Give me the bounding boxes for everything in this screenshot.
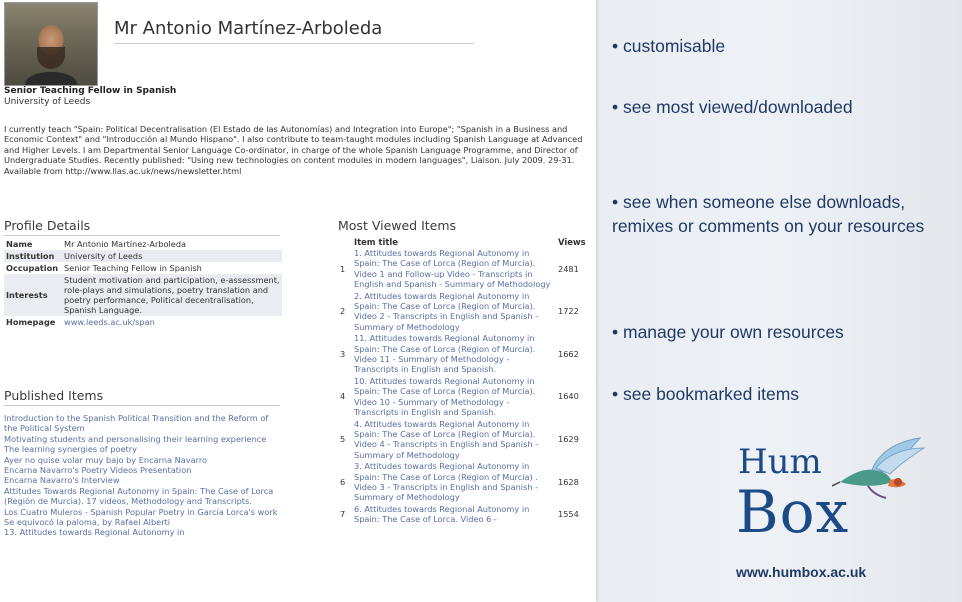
humbox-logo: Hum Box	[718, 434, 938, 554]
table-row: 1 1. Attitudes towards Regional Autonomy …	[338, 248, 590, 291]
row-views: 1662	[558, 348, 579, 359]
list-item[interactable]: The learning synergies of poetry	[4, 444, 282, 454]
row-views: 2481	[558, 263, 579, 274]
list-item[interactable]: 13. Attitudes towards Regional Autonomy …	[4, 527, 282, 537]
table-row: Homepage www.leeds.ac.uk/span	[4, 316, 282, 328]
list-item[interactable]: Los Cuatro Muleros - Spanish Popular Poe…	[4, 507, 282, 517]
row-views: 1554	[558, 508, 579, 519]
row-key: Institution	[4, 250, 62, 262]
row-value: University of Leeds	[62, 250, 282, 262]
row-key: Homepage	[6, 317, 56, 327]
row-value: Student motivation and participation, e-…	[62, 274, 282, 316]
row-views: 1640	[558, 391, 579, 402]
published-items-list: Introduction to the Spanish Political Tr…	[4, 413, 282, 538]
col-header-title: Item title	[354, 237, 398, 247]
page-title: Mr Antonio Martínez-Arboleda	[114, 18, 474, 44]
item-link[interactable]: 10. Attitudes towards Regional Autonomy …	[352, 376, 556, 419]
row-rank: 1	[340, 263, 346, 274]
item-link[interactable]: 1. Attitudes towards Regional Autonomy i…	[352, 248, 556, 291]
table-row: 2 2. Attitudes towards Regional Autonomy …	[338, 291, 590, 334]
most-viewed-heading: Most Viewed Items	[338, 218, 457, 233]
item-link[interactable]: 4. Attitudes towards Regional Autonomy i…	[352, 419, 556, 462]
homepage-link[interactable]: www.leeds.ac.uk/span	[62, 316, 282, 328]
row-views: 1722	[558, 306, 579, 317]
list-item[interactable]: Attitudes Towards Regional Autonomy in S…	[4, 486, 282, 507]
humbox-url[interactable]: www.humbox.ac.uk	[736, 564, 866, 580]
row-value: Mr Antonio Martínez-Arboleda	[64, 239, 187, 249]
table-row: Institution University of Leeds	[4, 250, 282, 262]
bullet-item: • see most viewed/downloaded	[612, 97, 853, 117]
bullet-item: • manage your own resources	[612, 322, 844, 342]
logo-word-hum: Hum	[738, 442, 822, 482]
item-link[interactable]: 3. Attitudes towards Regional Autonomy i…	[352, 461, 556, 504]
row-views: 1629	[558, 434, 579, 445]
list-item[interactable]: Motivating students and personalising th…	[4, 434, 282, 444]
row-rank: 5	[340, 434, 346, 445]
row-views: 1628	[558, 476, 579, 487]
item-link[interactable]: 11. Attitudes towards Regional Autonomy …	[352, 333, 556, 376]
row-rank: 3	[340, 348, 346, 359]
avatar	[4, 2, 98, 86]
list-item[interactable]: Encarna Navarro's Poetry Videos Presenta…	[4, 465, 282, 475]
bullet-item: • see bookmarked items	[612, 384, 800, 404]
table-header-row: Item title Views	[338, 236, 590, 248]
col-header-views: Views	[558, 237, 586, 247]
table-row: 5 4. Attitudes towards Regional Autonomy …	[338, 419, 590, 462]
row-key: Name	[6, 239, 33, 249]
row-rank: 2	[340, 306, 346, 317]
published-items-heading: Published Items	[4, 388, 280, 406]
profile-details-heading: Profile Details	[4, 218, 280, 236]
table-row: Interests Student motivation and particip…	[4, 274, 282, 316]
list-item[interactable]: Ayer no quise volar muy bajo by Encarna …	[4, 455, 282, 465]
profile-institution: University of Leeds	[4, 97, 91, 107]
table-row: Name Mr Antonio Martínez-Arboleda	[4, 238, 282, 250]
list-item[interactable]: Encarna Navarro's Interview	[4, 475, 282, 485]
item-link[interactable]: 6. Attitudes towards Regional Autonomy i…	[352, 504, 556, 526]
row-rank: 7	[340, 508, 346, 519]
table-row: 3 11. Attitudes towards Regional Autonomy…	[338, 333, 590, 376]
table-row: 7 6. Attitudes towards Regional Autonomy …	[338, 504, 590, 526]
item-link[interactable]: 2. Attitudes towards Regional Autonomy i…	[352, 291, 556, 334]
hummingbird-icon	[832, 437, 926, 499]
profile-title: Senior Teaching Fellow in Spanish	[4, 86, 177, 96]
row-rank: 6	[340, 476, 346, 487]
profile-page-screenshot: Mr Antonio Martínez-Arboleda Senior Teac…	[0, 0, 596, 602]
row-rank: 4	[340, 391, 346, 402]
bullet-item: • see when someone else downloads, remix…	[612, 192, 925, 236]
row-value: Senior Teaching Fellow in Spanish	[64, 263, 202, 273]
profile-bio: I currently teach "Spain: Political Dece…	[4, 124, 583, 176]
profile-details-table: Name Mr Antonio Martínez-Arboleda Institu…	[4, 238, 282, 328]
table-row: Occupation Senior Teaching Fellow in Span…	[4, 262, 282, 274]
list-item[interactable]: Se equivocó la paloma, by Rafael Alberti	[4, 517, 282, 527]
table-row: 6 3. Attitudes towards Regional Autonomy …	[338, 461, 590, 504]
list-item[interactable]: Introduction to the Spanish Political Tr…	[4, 413, 282, 434]
table-row: 4 10. Attitudes towards Regional Autonomy…	[338, 376, 590, 419]
bullet-item: • customisable	[612, 36, 726, 56]
most-viewed-table: Item title Views 1 1. Attitudes towards R…	[338, 236, 590, 526]
row-key: Interests	[4, 274, 62, 316]
row-key: Occupation	[6, 263, 59, 273]
